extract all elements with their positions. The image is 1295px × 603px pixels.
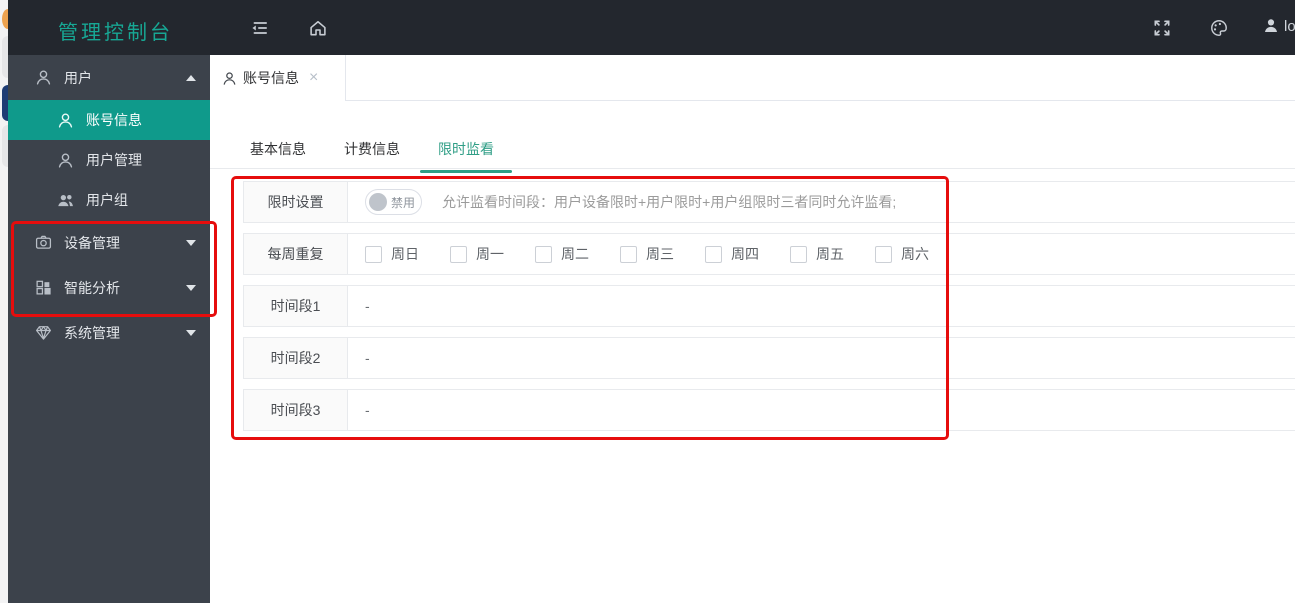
user-outline-icon [57,152,74,169]
time-limit-hint: 允许监看时间段：用户设备限时+用户限时+用户组限时三者同时允许监看; [442,194,897,210]
user-outline-icon [222,71,237,86]
sidebar-item-label: 用户管理 [86,152,142,168]
sidebar: 用户 账号信息 用户管理 用户组 设备管理 智能分析 系统管理 [8,55,210,603]
sidebar-item-label: 账号信息 [86,112,142,128]
sidebar-item-label: 用户 [64,69,92,86]
weekday-option: 周五 [790,244,875,264]
username-label: lo [1284,17,1295,35]
checkbox-friday[interactable] [790,245,807,263]
tabbar: 账号信息 × [210,55,1295,101]
fullscreen-icon[interactable] [1152,18,1172,38]
sidebar-item-label: 系统管理 [64,324,120,341]
chevron-down-icon [186,239,196,246]
form-value: - [348,286,1295,326]
sidebar-item-label: 设备管理 [64,234,120,251]
form-value: - [348,390,1295,430]
form-value: 周日 周一 周二 周三 周四 周五 周六 [348,234,1295,274]
weekday-option: 周二 [535,244,620,264]
form-value: - [348,338,1295,378]
app-title: 管理控制台 [58,22,173,44]
home-icon[interactable] [308,18,328,38]
topbar: 管理控制台 lo [8,0,1295,55]
checkbox-tuesday[interactable] [535,245,552,263]
weekday-option: 周四 [705,244,790,264]
user-menu[interactable]: lo [1262,17,1295,35]
checkbox-monday[interactable] [450,245,467,263]
sidebar-item-system-management[interactable]: 系统管理 [8,310,210,355]
form-label: 每周重复 [243,234,348,274]
tab-label: 账号信息 [243,70,299,86]
form-row-time-limit-setting: 限时设置 禁用 允许监看时间段：用户设备限时+用户限时+用户组限时三者同时允许监… [243,181,1295,223]
user-avatar-icon [1265,19,1277,32]
gem-icon [35,324,52,341]
time-period-1-value: - [365,298,370,314]
form-row-weekly-repeat: 每周重复 周日 周一 周二 周三 周四 周五 周六 [243,233,1295,275]
checkbox-sunday[interactable] [365,245,382,263]
time-limit-form: 限时设置 禁用 允许监看时间段：用户设备限时+用户限时+用户组限时三者同时允许监… [243,181,1295,441]
weekday-option: 周六 [875,244,960,264]
form-row-time-period-2: 时间段2 - [243,337,1295,379]
subtabs-divider [210,168,1295,169]
user-group-icon [57,192,74,209]
blocks-icon [35,279,52,296]
weekday-option: 周一 [450,244,535,264]
toggle-label: 禁用 [391,195,416,210]
close-icon[interactable]: × [309,70,318,86]
sidebar-item-device-management[interactable]: 设备管理 [8,220,210,265]
checkbox-wednesday[interactable] [620,245,637,263]
form-row-time-period-3: 时间段3 - [243,389,1295,431]
form-label: 时间段1 [243,286,348,326]
chevron-down-icon [186,284,196,291]
user-outline-icon [35,69,52,86]
sidebar-item-intelligent-analysis[interactable]: 智能分析 [8,265,210,310]
form-value: 禁用 允许监看时间段：用户设备限时+用户限时+用户组限时三者同时允许监看; [348,182,1295,222]
sidebar-item-label: 智能分析 [64,279,120,296]
sidebar-item-user-groups[interactable]: 用户组 [8,180,210,220]
sidebar-item-users[interactable]: 用户 [8,55,210,100]
toggle-knob [369,193,387,211]
checkbox-thursday[interactable] [705,245,722,263]
form-label: 限时设置 [243,182,348,222]
sidebar-item-user-management[interactable]: 用户管理 [8,140,210,180]
time-limit-toggle[interactable]: 禁用 [365,189,422,215]
weekday-option: 周三 [620,244,705,264]
screen: 管理控制台 lo 用户 账号信息 用户管理 用户组 设备管理 智能分析 系统管理… [0,0,1295,603]
form-label: 时间段2 [243,338,348,378]
checkbox-saturday[interactable] [875,245,892,263]
collapse-sidebar-icon[interactable] [250,18,270,38]
chevron-down-icon [186,329,196,336]
user-outline-icon [57,112,74,129]
time-period-2-value: - [365,350,370,366]
form-label: 时间段3 [243,390,348,430]
background-window-strip [0,0,14,603]
tab-account-info[interactable]: 账号信息 × [210,55,346,101]
chevron-up-icon [186,74,196,81]
sidebar-item-account-info[interactable]: 账号信息 [8,100,210,140]
theme-palette-icon[interactable] [1209,18,1229,38]
weekday-option: 周日 [365,244,450,264]
main-content: 账号信息 × 基本信息 计费信息 限时监看 限时设置 禁用 允许监看时间段：用户… [210,55,1295,603]
time-period-3-value: - [365,402,370,418]
form-row-time-period-1: 时间段1 - [243,285,1295,327]
sidebar-item-label: 用户组 [86,192,128,208]
camera-icon [35,234,52,251]
